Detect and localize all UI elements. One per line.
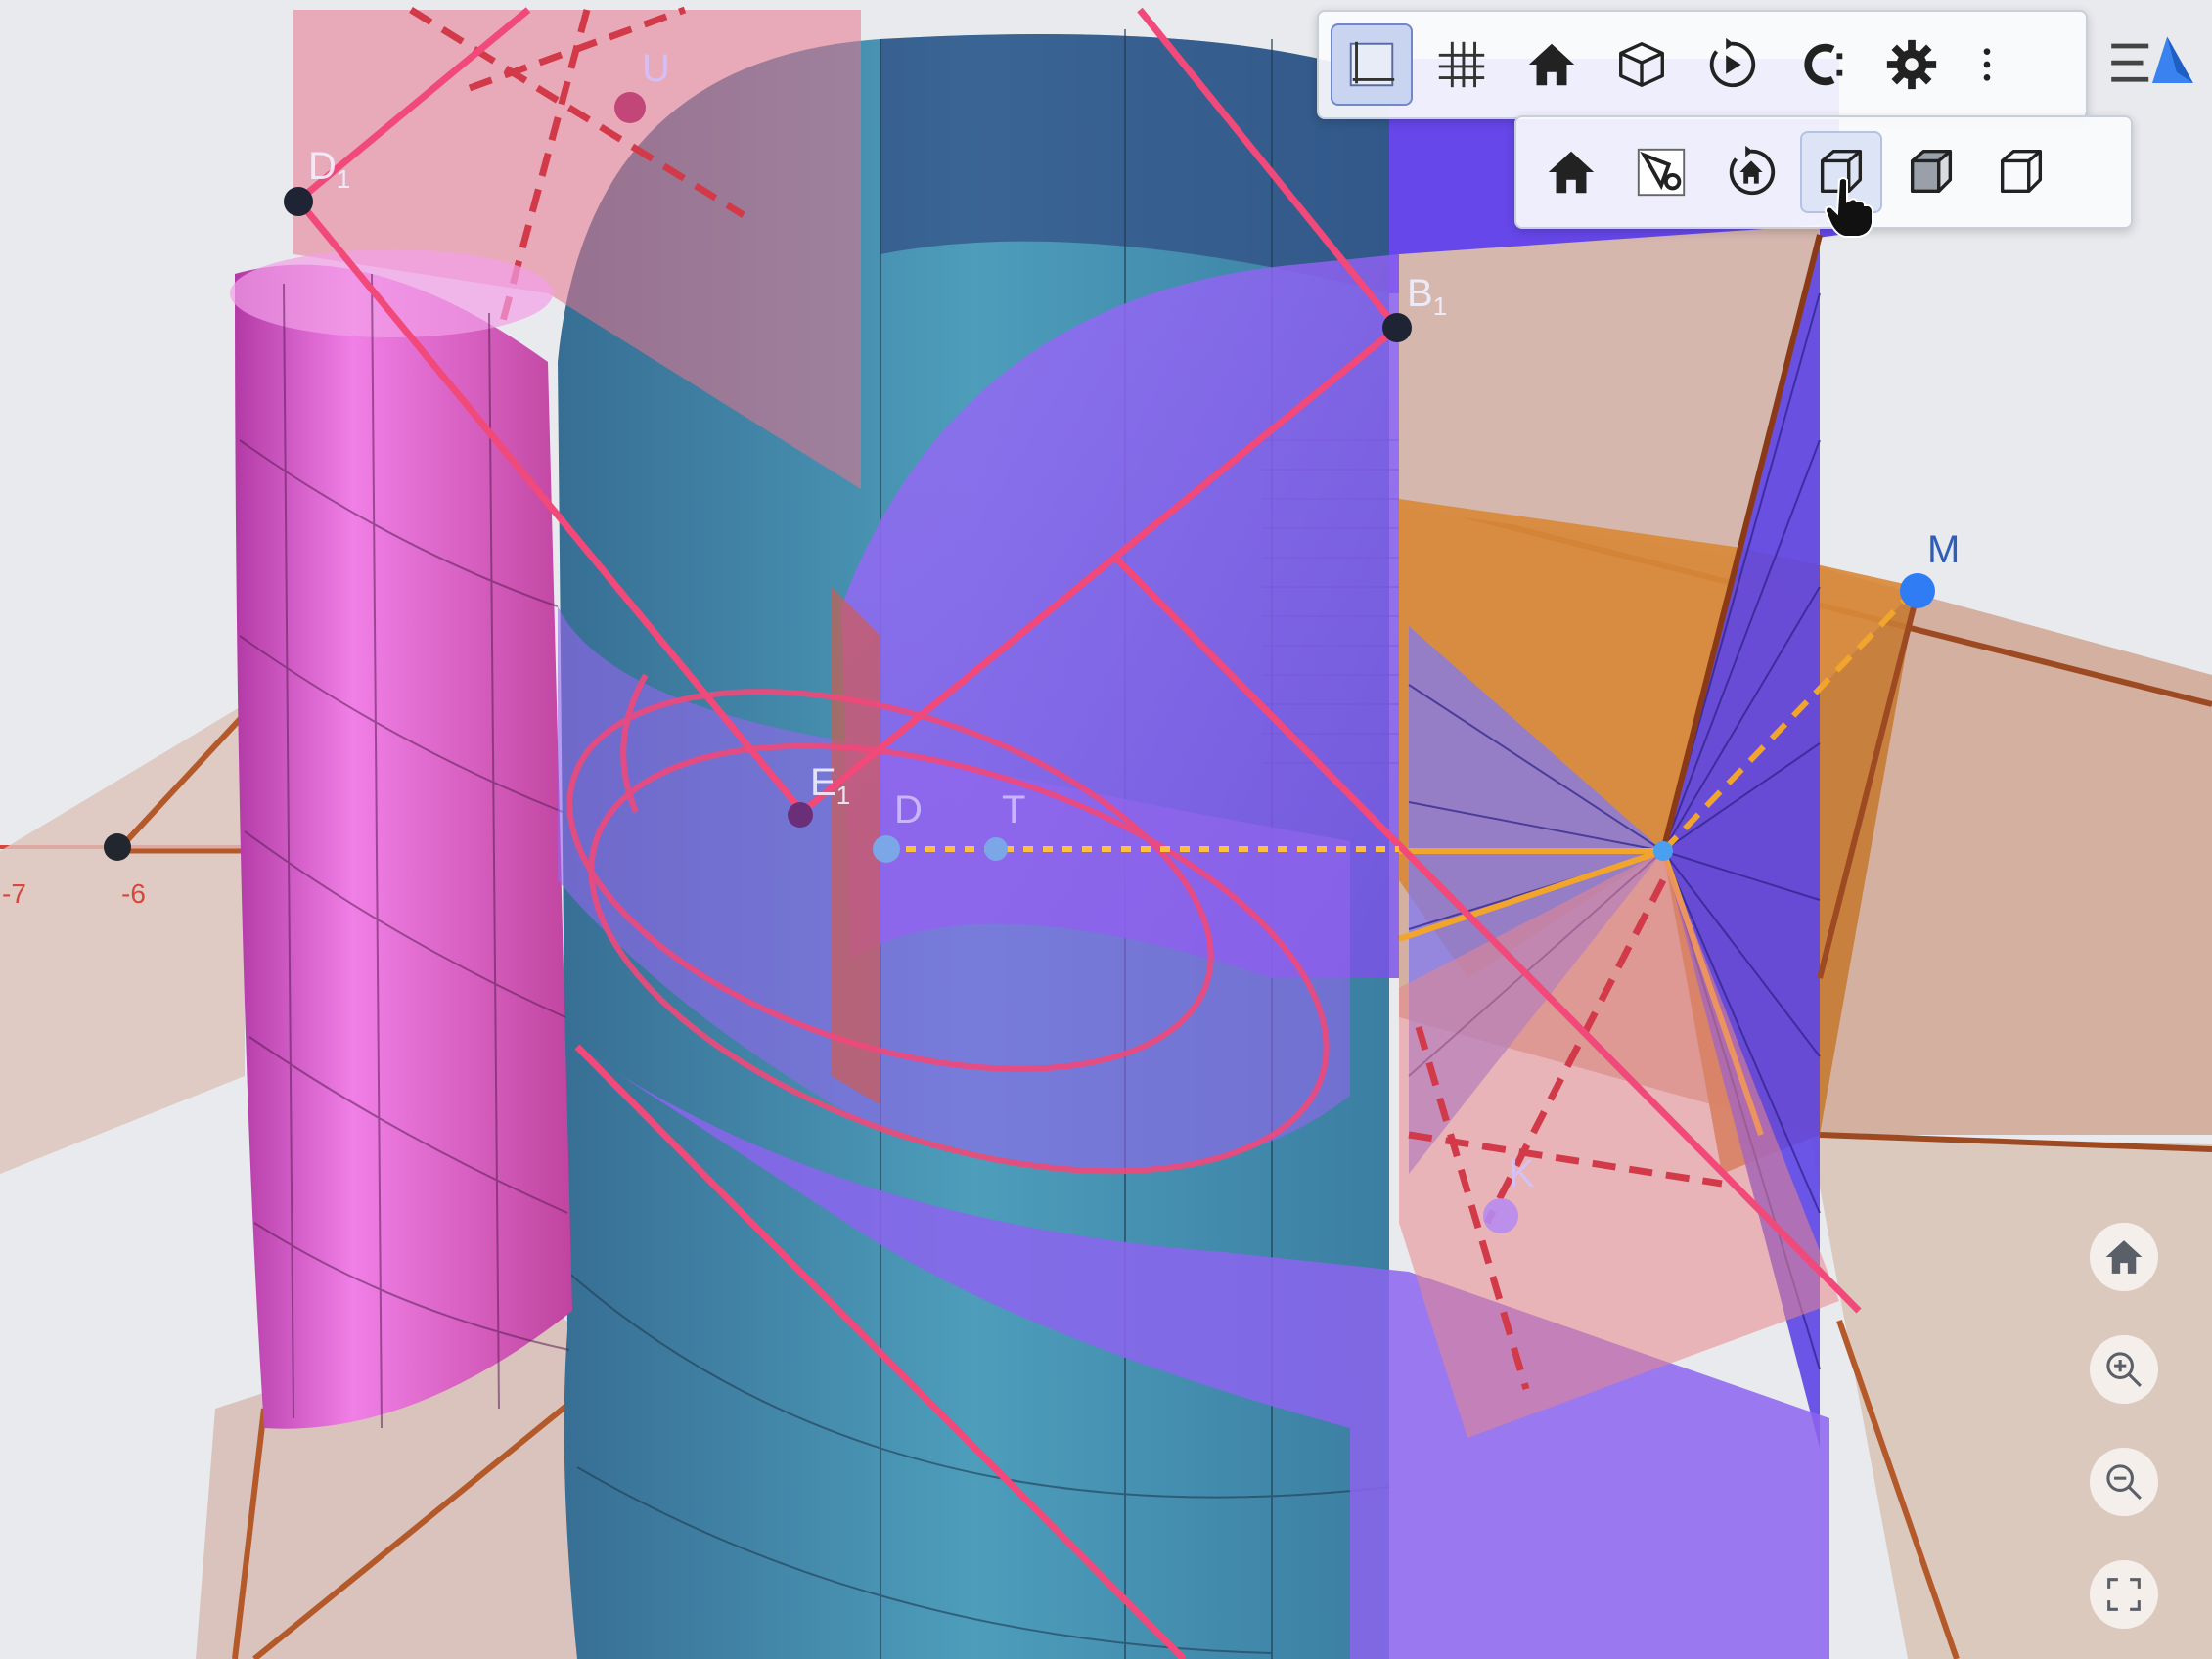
- view-in-front-of-icon: [1637, 148, 1686, 197]
- projection-icon: [1804, 43, 1843, 86]
- projection-button[interactable]: [1781, 23, 1863, 106]
- point-label-t: T: [1002, 788, 1026, 831]
- rotate-icon: [1709, 37, 1756, 88]
- submenu-standard-view-button[interactable]: [1530, 131, 1612, 213]
- hand-cursor-icon: [1824, 177, 1873, 238]
- show-grid-button[interactable]: [1421, 23, 1503, 106]
- view-menu-button[interactable]: [2103, 25, 2201, 104]
- zoom-in-icon: [2106, 1352, 2142, 1387]
- graphics-3d-view[interactable]: [0, 0, 2212, 1659]
- point-label-d1: D1: [308, 145, 351, 194]
- point-label-e1: E1: [810, 761, 851, 810]
- settings-button[interactable]: [1871, 23, 1953, 106]
- home-icon: [1548, 151, 1595, 194]
- side-view-cube-icon: [1910, 150, 1953, 194]
- x-axis-tick: -7: [2, 878, 26, 909]
- point-label-m: M: [1927, 528, 1961, 571]
- style-bar: [1317, 10, 2088, 119]
- zoom-in-button[interactable]: [2090, 1335, 2158, 1404]
- view-3d-menu-icon: [2111, 36, 2193, 83]
- show-clipping-cube-button[interactable]: [1601, 23, 1683, 106]
- point-label-b1: B1: [1407, 272, 1448, 321]
- rotate-view-button[interactable]: [1691, 23, 1773, 106]
- fullscreen-button[interactable]: [2090, 1560, 2158, 1629]
- axes-icon: [1349, 41, 1395, 87]
- top-view-cube-icon: [2000, 150, 2043, 194]
- zoom-out-button[interactable]: [2090, 1448, 2158, 1516]
- point-label-k: K: [1509, 1152, 1535, 1195]
- point-label-u: U: [642, 47, 670, 90]
- grid-icon: [1438, 41, 1485, 88]
- show-axes-button[interactable]: [1331, 23, 1413, 106]
- fullscreen-icon: [2107, 1578, 2141, 1611]
- zoom-out-icon: [2106, 1464, 2142, 1500]
- rotate-home-icon: [1729, 145, 1776, 196]
- more-vertical-icon: [1983, 48, 1991, 81]
- top-view-button[interactable]: [1980, 131, 2062, 213]
- more-options-button[interactable]: [1961, 23, 2013, 106]
- x-axis-tick: -6: [121, 878, 146, 909]
- rotate-home-button[interactable]: [1710, 131, 1792, 213]
- home-icon: [2105, 1240, 2143, 1274]
- point-label-d: D: [894, 788, 923, 831]
- home-icon: [1528, 43, 1575, 86]
- cube-icon: [1619, 42, 1664, 87]
- standard-view-button[interactable]: [1511, 23, 1593, 106]
- side-view-button[interactable]: [1890, 131, 1972, 213]
- graphics-home-button[interactable]: [2090, 1223, 2158, 1291]
- view-in-front-of-button[interactable]: [1620, 131, 1702, 213]
- gear-icon: [1886, 39, 1937, 90]
